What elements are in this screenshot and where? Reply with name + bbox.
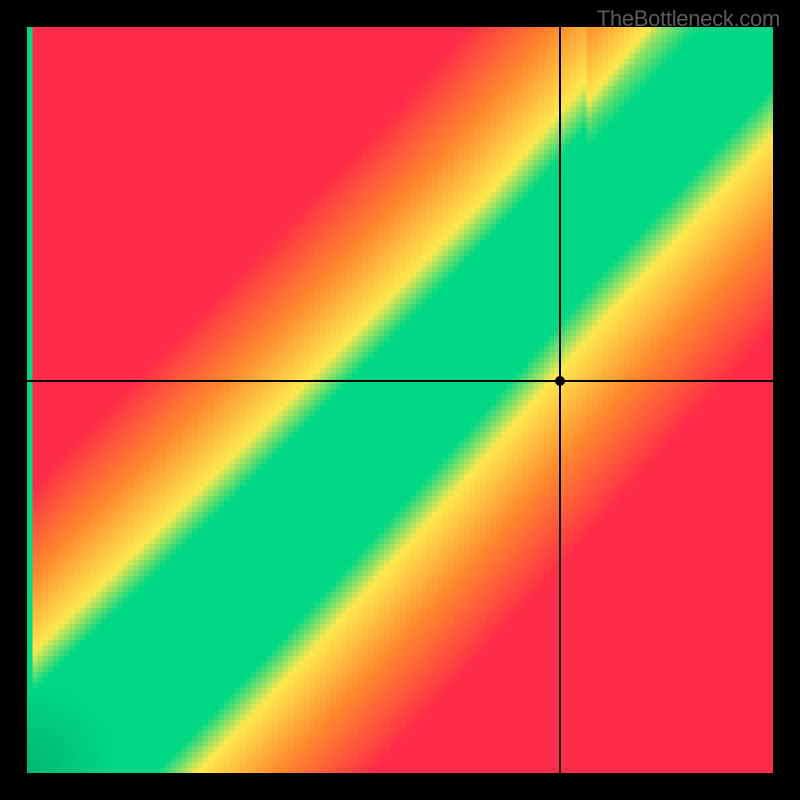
watermark-text: TheBottleneck.com: [597, 6, 780, 32]
heatmap-canvas: [27, 27, 773, 773]
heatmap-plot: [27, 27, 773, 773]
crosshair-horizontal: [27, 380, 773, 382]
crosshair-vertical: [559, 27, 561, 773]
selected-point-marker: [555, 376, 565, 386]
